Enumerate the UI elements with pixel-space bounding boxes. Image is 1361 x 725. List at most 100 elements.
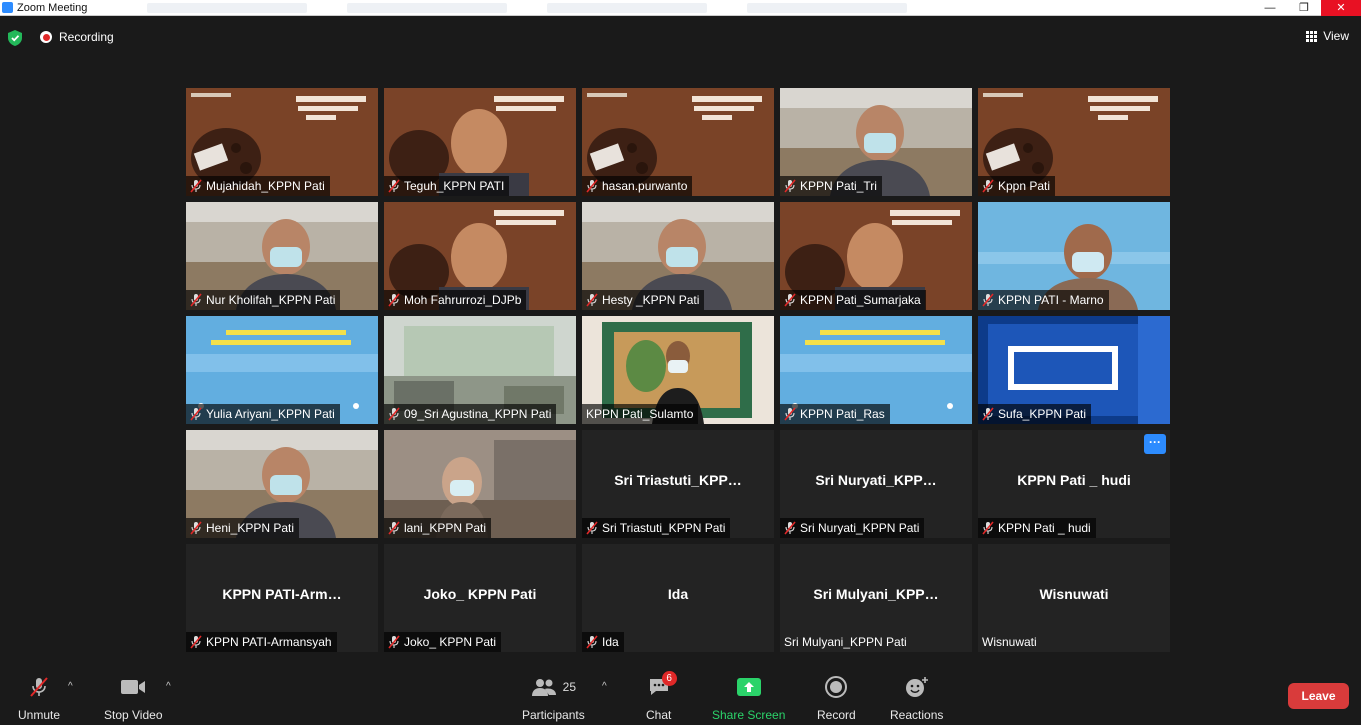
participant-display-name: KPPN PATI-Arm… xyxy=(222,586,342,602)
participant-display-name: KPPN Pati _ hudi xyxy=(1017,472,1131,488)
reactions-button[interactable]: Reactions xyxy=(890,675,943,722)
participant-nameplate: Yulia Ariyani_KPPN Pati xyxy=(186,404,340,424)
participant-display-name: Sri Nuryati_KPP… xyxy=(815,472,937,488)
participant-tile[interactable]: Teguh_KPPN PATI xyxy=(384,88,576,196)
participant-name: Teguh_KPPN PATI xyxy=(404,179,505,193)
participant-tile[interactable]: Ida Ida xyxy=(582,544,774,652)
participant-name: Nur Kholifah_KPPN Pati xyxy=(206,293,336,307)
participant-display-name: Sri Mulyani_KPP… xyxy=(813,586,939,602)
window-controls: — ❐ ✕ xyxy=(1253,0,1361,16)
muted-mic-icon xyxy=(982,407,994,421)
reactions-label: Reactions xyxy=(890,708,944,722)
participant-tile[interactable]: Mujahidah_KPPN Pati xyxy=(186,88,378,196)
participant-name: Sri Triastuti_KPPN Pati xyxy=(602,521,726,535)
muted-mic-icon xyxy=(586,293,598,307)
ghost-tab xyxy=(147,2,308,13)
participant-tile[interactable]: Sufa_KPPN Pati xyxy=(978,316,1170,424)
participant-tile[interactable]: Heni_KPPN Pati xyxy=(186,430,378,538)
video-options-caret[interactable]: ^ xyxy=(166,681,171,692)
participant-tile[interactable]: Nur Kholifah_KPPN Pati xyxy=(186,202,378,310)
minimize-button[interactable]: — xyxy=(1253,0,1287,16)
participant-name: 09_Sri Agustina_KPPN Pati xyxy=(404,407,552,421)
share-screen-button[interactable]: Share Screen xyxy=(712,675,785,722)
close-button[interactable]: ✕ xyxy=(1321,0,1361,16)
muted-mic-icon xyxy=(190,179,202,193)
participant-tile[interactable]: KPPN PATI - Marno xyxy=(978,202,1170,310)
security-shield-icon[interactable] xyxy=(8,30,22,46)
participant-tile[interactable]: Moh Fahrurrozi_DJPb xyxy=(384,202,576,310)
participant-nameplate: KPPN Pati _ hudi xyxy=(978,518,1096,538)
recording-indicator[interactable]: Recording xyxy=(40,30,114,44)
participant-nameplate: Nur Kholifah_KPPN Pati xyxy=(186,290,341,310)
participant-nameplate: Sufa_KPPN Pati xyxy=(978,404,1092,424)
maximize-button[interactable]: ❐ xyxy=(1287,0,1321,16)
window-titlebar: Zoom Meeting — ❐ ✕ xyxy=(0,0,1361,16)
ghost-tab xyxy=(347,2,508,13)
participant-tile[interactable]: Yulia Ariyani_KPPN Pati xyxy=(186,316,378,424)
leave-button[interactable]: Leave xyxy=(1288,683,1349,709)
ghost-tab xyxy=(747,2,908,13)
participant-name: Kppn Pati xyxy=(998,179,1051,193)
participant-tile[interactable]: Hesty _KPPN Pati xyxy=(582,202,774,310)
participant-tile[interactable]: KPPN PATI-Arm… KPPN PATI-Armansyah xyxy=(186,544,378,652)
audio-options-caret[interactable]: ^ xyxy=(68,681,73,692)
muted-mic-icon xyxy=(190,521,202,535)
participant-tile[interactable]: lani_KPPN Pati xyxy=(384,430,576,538)
participant-tile[interactable]: hasan.purwanto xyxy=(582,88,774,196)
participant-name: Sri Nuryati_KPPN Pati xyxy=(800,521,920,535)
participant-nameplate: Heni_KPPN Pati xyxy=(186,518,300,538)
unmute-label: Unmute xyxy=(18,708,61,722)
participant-tile[interactable]: KPPN Pati _ hudi ··· KPPN Pati _ hudi xyxy=(978,430,1170,538)
chat-button[interactable]: 6 Chat xyxy=(646,671,677,722)
participant-nameplate: lani_KPPN Pati xyxy=(384,518,492,538)
participant-tile[interactable]: KPPN Pati_Tri xyxy=(780,88,972,196)
participant-nameplate: KPPN Pati_Sumarjaka xyxy=(780,290,926,310)
participant-display-name: Sri Triastuti_KPP… xyxy=(614,472,742,488)
recording-dot-icon xyxy=(40,31,52,43)
stop-video-button[interactable]: Stop Video xyxy=(104,675,163,722)
participant-nameplate: Sri Mulyani_KPPN Pati xyxy=(780,632,912,652)
participant-display-name: Wisnuwati xyxy=(1039,586,1109,602)
window-title: Zoom Meeting xyxy=(17,1,88,14)
view-button[interactable]: View xyxy=(1306,29,1349,43)
participant-tile[interactable]: KPPN Pati_Sumarjaka xyxy=(780,202,972,310)
participant-tile[interactable]: Joko_ KPPN Pati Joko_ KPPN Pati xyxy=(384,544,576,652)
unmute-button[interactable]: Unmute xyxy=(18,675,60,722)
share-screen-label: Share Screen xyxy=(712,708,786,722)
participant-name: Moh Fahrurrozi_DJPb xyxy=(404,293,522,307)
participant-tile[interactable]: Wisnuwati Wisnuwati xyxy=(978,544,1170,652)
participant-tile[interactable]: 09_Sri Agustina_KPPN Pati xyxy=(384,316,576,424)
participant-nameplate: Moh Fahrurrozi_DJPb xyxy=(384,290,527,310)
participants-label: Participants xyxy=(522,708,585,722)
participant-tile[interactable]: Kppn Pati xyxy=(978,88,1170,196)
record-button[interactable]: Record xyxy=(817,675,856,722)
participant-name: Wisnuwati xyxy=(982,635,1037,649)
muted-mic-icon xyxy=(982,521,994,535)
participants-button[interactable]: 25 Participants xyxy=(522,675,585,722)
participant-nameplate: Sri Nuryati_KPPN Pati xyxy=(780,518,925,538)
chat-bubble-icon: 6 xyxy=(648,671,677,699)
more-options-button[interactable]: ··· xyxy=(1144,434,1166,454)
muted-mic-icon xyxy=(190,635,202,649)
participant-tile[interactable]: Sri Triastuti_KPP… Sri Triastuti_KPPN Pat… xyxy=(582,430,774,538)
stop-video-label: Stop Video xyxy=(104,708,163,722)
participant-nameplate: Mujahidah_KPPN Pati xyxy=(186,176,330,196)
participants-options-caret[interactable]: ^ xyxy=(602,681,607,692)
participant-name: Heni_KPPN Pati xyxy=(206,521,295,535)
participant-tile[interactable]: Sri Mulyani_KPP… Sri Mulyani_KPPN Pati xyxy=(780,544,972,652)
participant-nameplate: KPPN Pati_Sulamto xyxy=(582,404,699,424)
participant-tile[interactable]: KPPN Pati_Ras xyxy=(780,316,972,424)
participant-gallery: Mujahidah_KPPN Pati Teguh_KPPN PATI hasan.… xyxy=(186,88,1170,652)
zoom-app-icon xyxy=(2,2,13,13)
muted-mic-icon xyxy=(388,407,400,421)
record-icon xyxy=(825,675,848,699)
recording-label: Recording xyxy=(59,30,114,44)
participants-icon: 25 xyxy=(531,675,576,699)
participant-name: Sri Mulyani_KPPN Pati xyxy=(784,635,907,649)
participant-nameplate: Teguh_KPPN PATI xyxy=(384,176,510,196)
participant-tile[interactable]: KPPN Pati_Sulamto xyxy=(582,316,774,424)
view-label: View xyxy=(1323,29,1349,43)
participant-tile[interactable]: Sri Nuryati_KPP… Sri Nuryati_KPPN Pati xyxy=(780,430,972,538)
video-camera-icon xyxy=(120,675,146,699)
record-label: Record xyxy=(817,708,856,722)
